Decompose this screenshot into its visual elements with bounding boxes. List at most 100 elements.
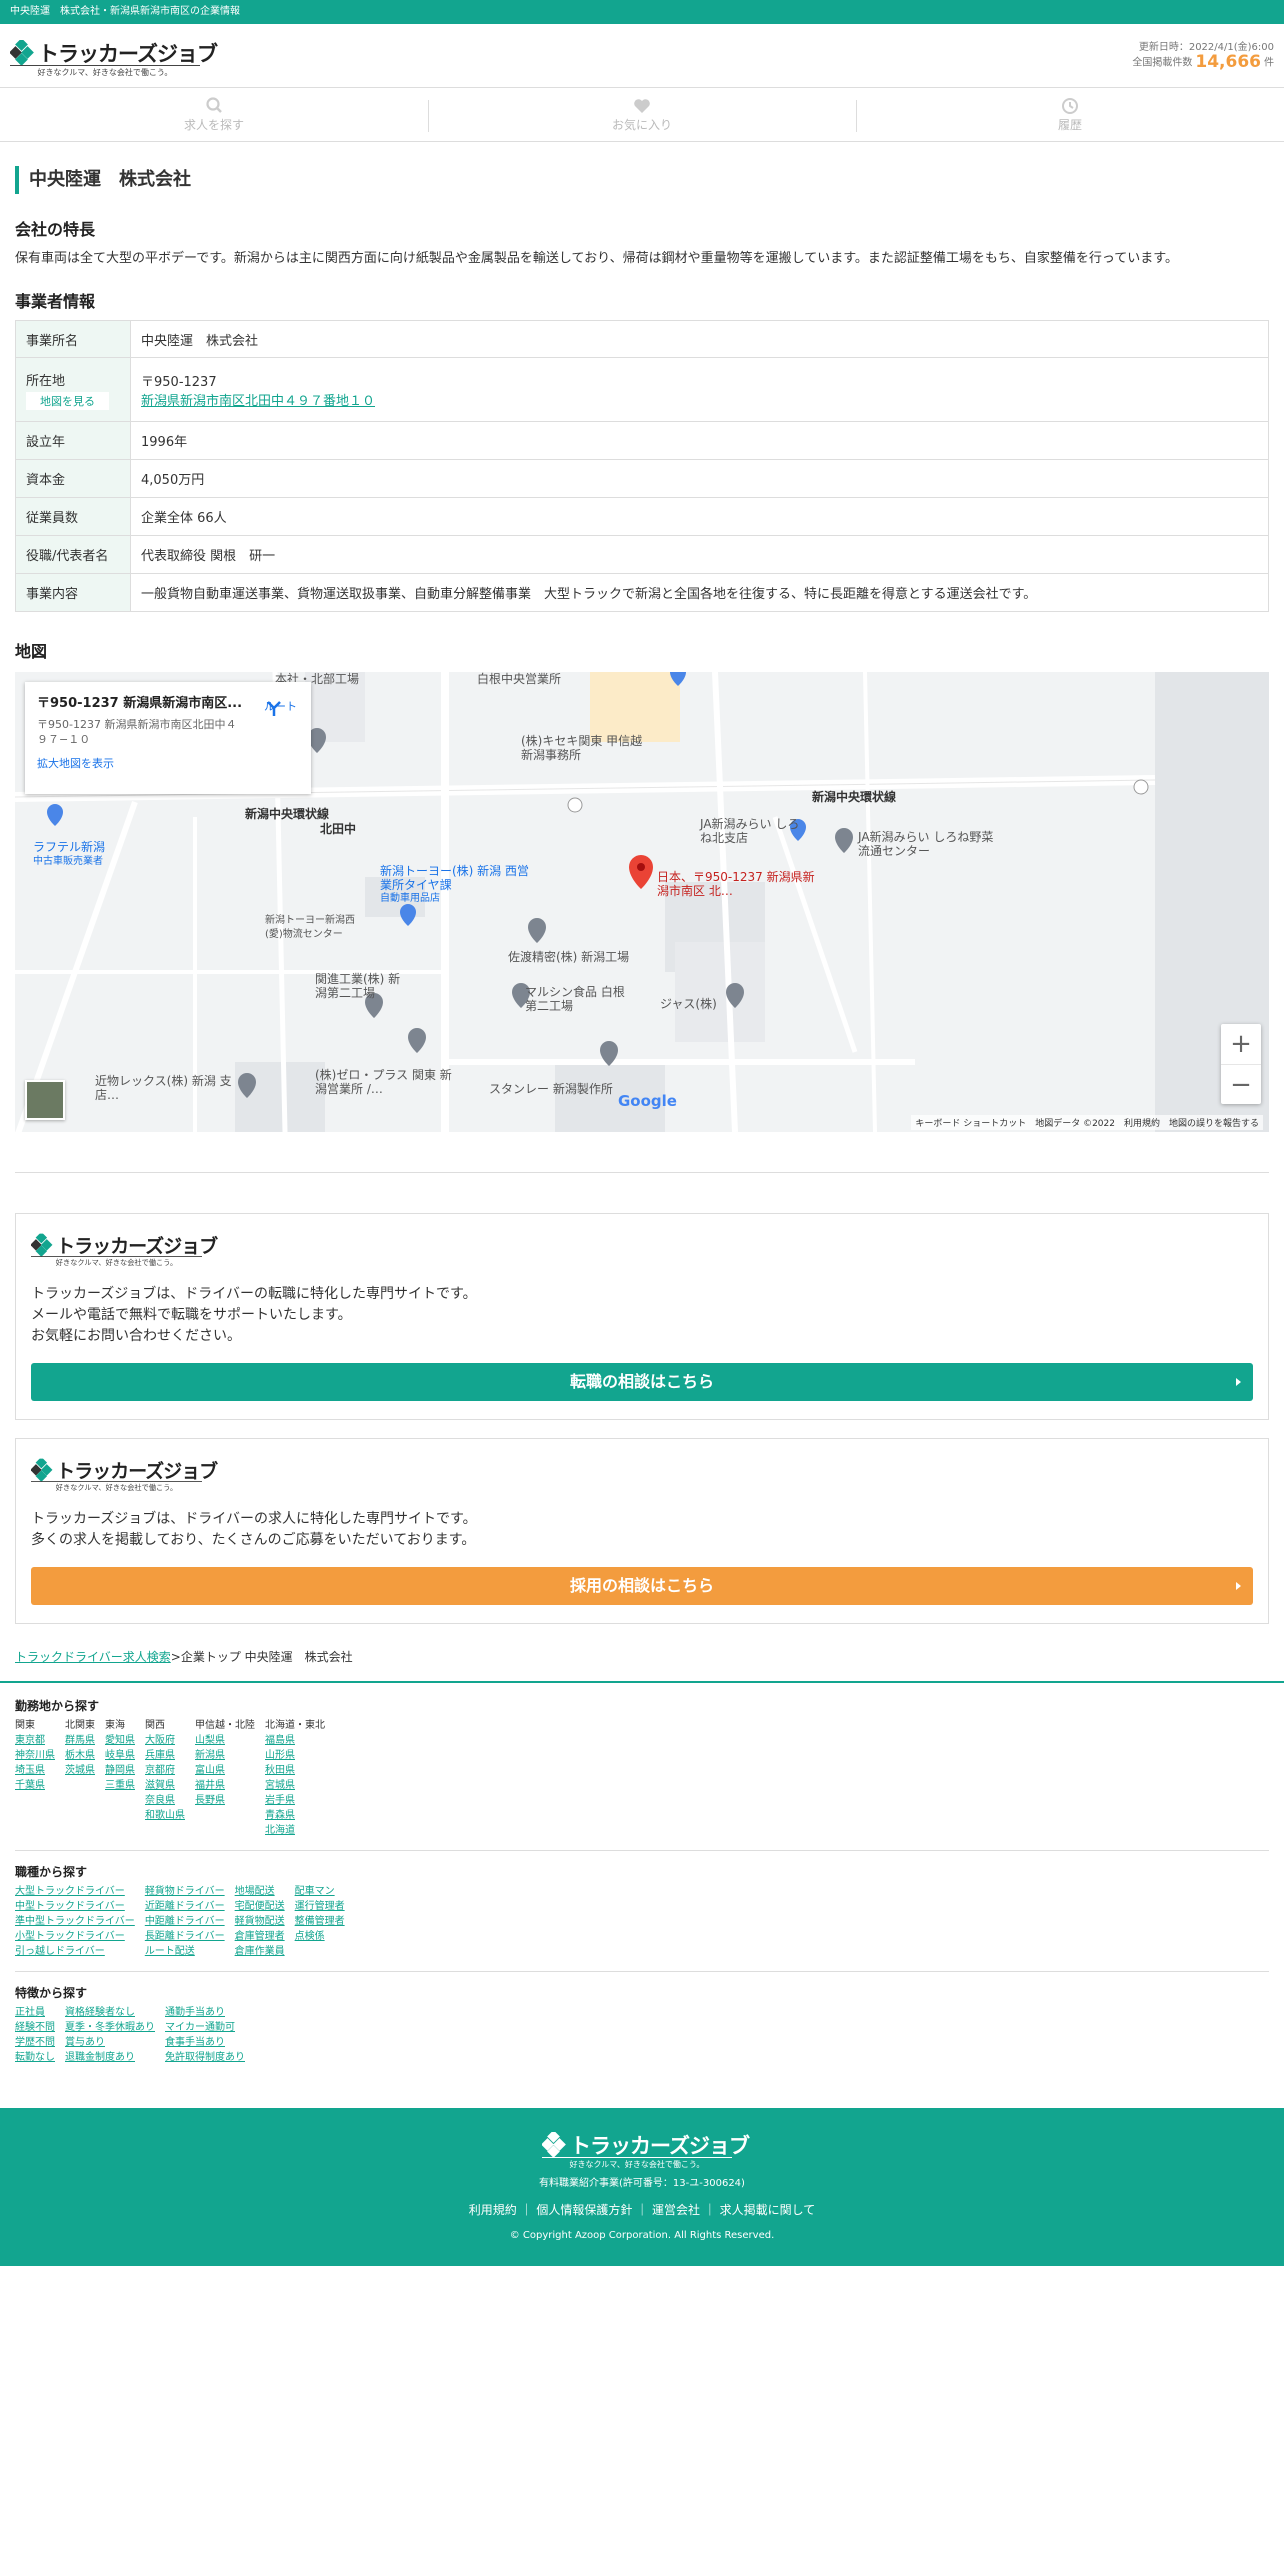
view-map-button[interactable]: 地図を見る bbox=[26, 391, 109, 410]
search-link[interactable]: 岩手県 bbox=[265, 1793, 325, 1808]
search-link[interactable]: ルート配送 bbox=[145, 1944, 225, 1959]
search-link[interactable]: 新潟県 bbox=[195, 1748, 255, 1763]
search-link[interactable]: 福島県 bbox=[265, 1733, 325, 1748]
office-label: 事業所名 bbox=[15, 320, 131, 358]
search-link[interactable]: 奈良県 bbox=[145, 1793, 185, 1808]
search-link[interactable]: 宮城県 bbox=[265, 1778, 325, 1793]
route-button[interactable]: ルート bbox=[264, 698, 297, 716]
divider bbox=[15, 1172, 1269, 1173]
search-link[interactable]: 地場配送 bbox=[235, 1884, 285, 1899]
search-link[interactable]: 栃木県 bbox=[65, 1748, 95, 1763]
breadcrumb-current: 企業トップ 中央陸運 株式会社 bbox=[180, 1650, 353, 1664]
search-link[interactable]: 倉庫作業員 bbox=[235, 1944, 285, 1959]
employees-value: 企業全体 66人 bbox=[130, 497, 1269, 536]
search-link[interactable]: 大型トラックドライバー bbox=[15, 1884, 135, 1899]
enlarge-map-link[interactable]: 拡大地図を表示 bbox=[37, 755, 299, 771]
search-link[interactable]: 東京都 bbox=[15, 1733, 55, 1748]
search-link[interactable]: 滋賀県 bbox=[145, 1778, 185, 1793]
search-link[interactable]: 倉庫管理者 bbox=[235, 1929, 285, 1944]
hiring-consult-button[interactable]: 採用の相談はこちら bbox=[31, 1567, 1253, 1605]
search-link[interactable]: 運行管理者 bbox=[295, 1899, 345, 1914]
search-link[interactable]: 三重県 bbox=[105, 1778, 135, 1793]
search-link[interactable]: 長距離ドライバー bbox=[145, 1929, 225, 1944]
table-row: 役職/代表者名 代表取締役 関根 研一 bbox=[15, 535, 1269, 574]
search-link[interactable]: 通勤手当あり bbox=[165, 2005, 245, 2020]
search-link[interactable]: 北海道 bbox=[265, 1823, 325, 1838]
search-link[interactable]: 長野県 bbox=[195, 1793, 255, 1808]
search-link[interactable]: 和歌山県 bbox=[145, 1808, 185, 1823]
breadcrumb-home-link[interactable]: トラックドライバー求人検索 bbox=[15, 1650, 171, 1664]
search-link[interactable]: 山形県 bbox=[265, 1748, 325, 1763]
search-link[interactable]: 食事手当あり bbox=[165, 2035, 245, 2050]
search-link[interactable]: 点検係 bbox=[295, 1929, 345, 1944]
footer-logo[interactable]: トラッカーズジョブ 好きなクルマ、好きな会社で働こう。 bbox=[542, 2128, 750, 2169]
site-header: トラッカーズジョブ 好きなクルマ、好きな会社で働こう。 更新日時：2022/4/… bbox=[0, 24, 1284, 88]
zoom-out-button[interactable]: − bbox=[1221, 1064, 1261, 1104]
area-columns: 関東 東京都 神奈川県 埼玉県 千葉県 北関東 群馬県 栃木県 茨城県 東海 愛知県 岐阜県 静岡県 三重… bbox=[15, 1718, 1269, 1838]
search-link[interactable]: 整備管理者 bbox=[295, 1914, 345, 1929]
promo-employer: トラッカーズジョブ 好きなクルマ、好きな会社で働こう。 トラッカーズジョブは、ド… bbox=[15, 1438, 1269, 1624]
career-consult-button[interactable]: 転職の相談はこちら bbox=[31, 1363, 1253, 1401]
search-link[interactable]: 小型トラックドライバー bbox=[15, 1929, 135, 1944]
content-value: 一般貨物自動車運送事業、貨物運送取扱事業、自動車分解整備事業 大型トラックで新潟… bbox=[130, 573, 1269, 612]
search-link[interactable]: 引っ越しドライバー bbox=[15, 1944, 135, 1959]
search-link[interactable]: 退職金制度あり bbox=[65, 2050, 155, 2065]
search-link[interactable]: 神奈川県 bbox=[15, 1748, 55, 1763]
map-attribution[interactable]: キーボード ショートカット 地図データ ©2022 利用規約 地図の誤りを報告す… bbox=[911, 1115, 1263, 1130]
promo-text: トラッカーズジョブは、ドライバーの求人に特化した専門サイトです。 多くの求人を掲… bbox=[31, 1511, 477, 1548]
search-link[interactable]: 青森県 bbox=[265, 1808, 325, 1823]
search-link[interactable]: 軽貨物ドライバー bbox=[145, 1884, 225, 1899]
map-embed[interactable]: 本社・北部工場 白根中央営業所 (株)キセキ関東 甲信越 新潟事務所 新潟中央環… bbox=[15, 672, 1269, 1132]
search-link[interactable]: 中距離ドライバー bbox=[145, 1914, 225, 1929]
search-link[interactable]: 資格経験者なし bbox=[65, 2005, 155, 2020]
zoom-in-button[interactable]: + bbox=[1221, 1024, 1261, 1064]
search-link[interactable]: 兵庫県 bbox=[145, 1748, 185, 1763]
search-link[interactable]: 中型トラックドライバー bbox=[15, 1899, 135, 1914]
nav-favorites[interactable]: お気に入り bbox=[428, 88, 856, 141]
map-heading: 地図 bbox=[15, 642, 48, 661]
search-link[interactable]: 山梨県 bbox=[195, 1733, 255, 1748]
search-link[interactable]: 愛知県 bbox=[105, 1733, 135, 1748]
search-link[interactable]: 配車マン bbox=[295, 1884, 345, 1899]
site-logo[interactable]: トラッカーズジョブ 好きなクルマ、好きな会社で働こう。 bbox=[10, 36, 218, 77]
search-link[interactable]: 近距離ドライバー bbox=[145, 1899, 225, 1914]
footer-link-terms[interactable]: 利用規約 bbox=[469, 2203, 517, 2217]
total-count: 全国掲載件数 14,666 件 bbox=[1132, 52, 1274, 72]
search-link[interactable]: 免許取得制度あり bbox=[165, 2050, 245, 2065]
footer-link-posting[interactable]: 求人掲載に関して bbox=[700, 2203, 815, 2217]
nav-favorites-label: お気に入り bbox=[611, 118, 672, 132]
search-link[interactable]: 賞与あり bbox=[65, 2035, 155, 2050]
search-link[interactable]: 岐阜県 bbox=[105, 1748, 135, 1763]
search-link[interactable]: 学歴不問 bbox=[15, 2035, 55, 2050]
search-link[interactable]: 転勤なし bbox=[15, 2050, 55, 2065]
nav-history[interactable]: 履歴 bbox=[856, 88, 1284, 141]
footer-link-privacy[interactable]: 個人情報保護方針 bbox=[517, 2203, 633, 2217]
search-link[interactable]: 秋田県 bbox=[265, 1763, 325, 1778]
search-link[interactable]: 千葉県 bbox=[15, 1778, 55, 1793]
column-heading: 甲信越・北陸 bbox=[195, 1720, 255, 1731]
search-link[interactable]: 富山県 bbox=[195, 1763, 255, 1778]
search-link[interactable]: 福井県 bbox=[195, 1778, 255, 1793]
column-heading: 東海 bbox=[105, 1720, 125, 1731]
search-link[interactable]: マイカー通勤可 bbox=[165, 2020, 245, 2035]
footer-link-company[interactable]: 運営会社 bbox=[632, 2203, 700, 2217]
address-link[interactable]: 新潟県新潟市南区北田中４９７番地１０ bbox=[141, 394, 375, 409]
features-text: 保有車両は全て大型の平ボデーです。新潟からは主に関西方面に向け紙製品や金属製品を… bbox=[15, 251, 1178, 266]
search-link[interactable]: 正社員 bbox=[15, 2005, 55, 2020]
search-link[interactable]: 京都府 bbox=[145, 1763, 185, 1778]
search-link[interactable]: 準中型トラックドライバー bbox=[15, 1914, 135, 1929]
search-link[interactable]: 宅配便配送 bbox=[235, 1899, 285, 1914]
search-link[interactable]: 夏季・冬季休暇あり bbox=[65, 2020, 155, 2035]
footer-search-nav: 勤務地から探す 関東 東京都 神奈川県 埼玉県 千葉県 北関東 群馬県 栃木県 茨城県 東海 愛知県… bbox=[0, 1681, 1284, 2077]
search-link[interactable]: 大阪府 bbox=[145, 1733, 185, 1748]
search-link[interactable]: 経験不問 bbox=[15, 2020, 55, 2035]
content-label: 事業内容 bbox=[15, 573, 131, 612]
satellite-toggle[interactable] bbox=[25, 1080, 65, 1120]
search-link[interactable]: 茨城県 bbox=[65, 1763, 95, 1778]
search-link[interactable]: 群馬県 bbox=[65, 1733, 95, 1748]
search-link[interactable]: 静岡県 bbox=[105, 1763, 135, 1778]
nav-search[interactable]: 求人を探す bbox=[0, 88, 428, 141]
rep-label: 役職/代表者名 bbox=[15, 535, 131, 574]
search-link[interactable]: 軽貨物配送 bbox=[235, 1914, 285, 1929]
search-link[interactable]: 埼玉県 bbox=[15, 1763, 55, 1778]
